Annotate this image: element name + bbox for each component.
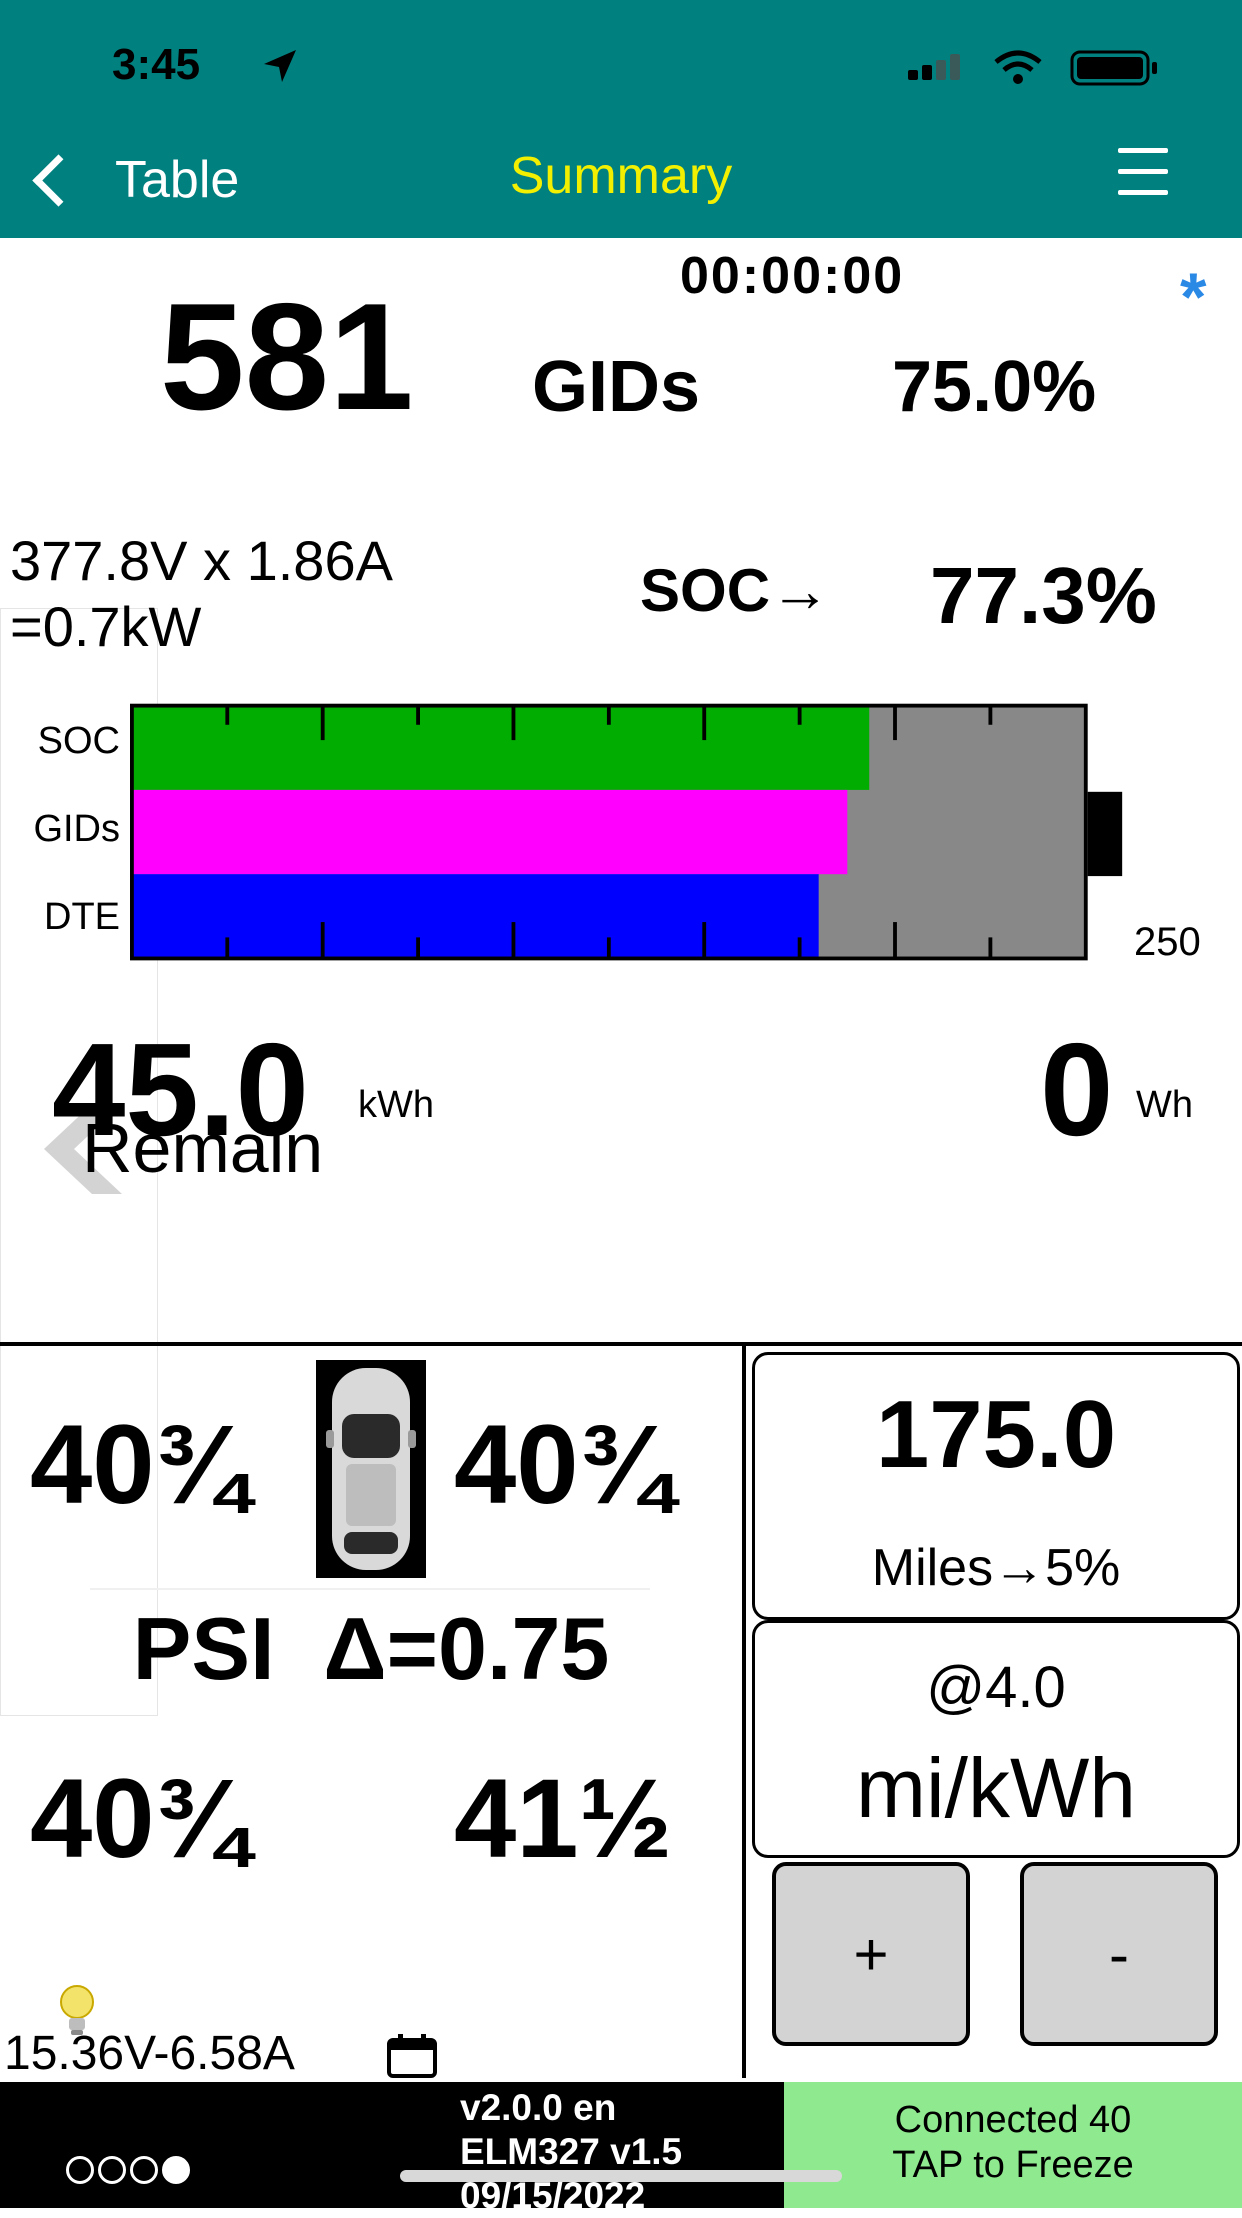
page-indicator[interactable] [66,2150,190,2190]
bar-gids [131,789,848,875]
power-voltage-current: 377.8V x 1.86A [10,529,393,592]
app-version: v2.0.0 en [460,2087,617,2128]
connection-status-button[interactable]: Connected 40 TAP to Freeze [784,2082,1242,2208]
battery-gauge [130,703,1123,961]
tire-rear-right: 41½ [454,1756,672,1881]
location-arrow-icon [264,50,296,82]
remaining-energy-label: Remain [82,1109,324,1187]
tire-front-right: 40¾ [454,1402,672,1527]
gauge-scale-max: 250 [1134,920,1201,964]
horizontal-divider [0,1342,1242,1346]
efficiency-value: @4.0 [926,1655,1066,1720]
calendar-icon [387,2034,437,2078]
cellular-signal-icon [908,54,960,80]
aux-battery-voltage: 15.36V-6.58A [4,2027,295,2080]
bar-label-dte: DTE [44,896,120,938]
wifi-icon [994,50,1042,84]
car-top-view-icon [316,1360,426,1578]
gids-value: 581 [160,272,414,442]
psi-separator [90,1588,650,1590]
page-dot[interactable] [162,2156,190,2184]
used-energy-value: 0 [1040,1016,1114,1163]
tire-pressure-delta: PSI Δ=0.75 [132,1599,610,1698]
battery-terminal [1087,791,1123,877]
tire-front-left: 40¾ [30,1402,248,1527]
home-indicator[interactable] [400,2170,842,2182]
status-time: 3:45 [112,40,201,89]
version-info: v2.0.0 en ELM327 v1.5 09/15/2022 [460,2086,682,2218]
page-title: Summary [509,147,733,205]
range-value: 175.0 [875,1381,1117,1488]
bar-dte [131,874,819,959]
elapsed-timer: 00:00:00 [680,247,905,305]
remaining-energy-unit: kWh [358,1084,434,1126]
page-dot[interactable] [66,2156,94,2184]
increase-efficiency-button[interactable]: + [772,1862,970,2046]
decrease-efficiency-button[interactable]: - [1020,1862,1218,2046]
bluetooth-icon: * [1180,259,1207,335]
bar-soc [131,705,870,790]
tire-rear-left: 40¾ [30,1756,248,1881]
efficiency-unit: mi/kWh [856,1741,1136,1835]
gids-percent: 75.0% [892,347,1097,427]
gids-unit: GIDs [532,347,701,427]
connection-status: Connected 40 [894,2099,1132,2141]
freeze-hint: TAP to Freeze [892,2144,1134,2186]
page-dot[interactable] [98,2156,126,2184]
adapter-version: ELM327 v1.5 [460,2131,683,2172]
page-dot[interactable] [130,2156,158,2184]
power-kw: =0.7kW [10,595,202,658]
menu-icon[interactable] [1118,148,1168,198]
soc-label: SOC→ [640,557,831,624]
battery-status-icon [1070,50,1157,86]
bar-label-soc: SOC [37,720,120,762]
soc-percent: 77.3% [930,551,1157,640]
vertical-divider [742,1344,746,2078]
bar-label-gids: GIDs [33,808,120,850]
used-energy-unit: Wh [1136,1084,1193,1126]
range-label: Miles→5% [871,1539,1121,1597]
